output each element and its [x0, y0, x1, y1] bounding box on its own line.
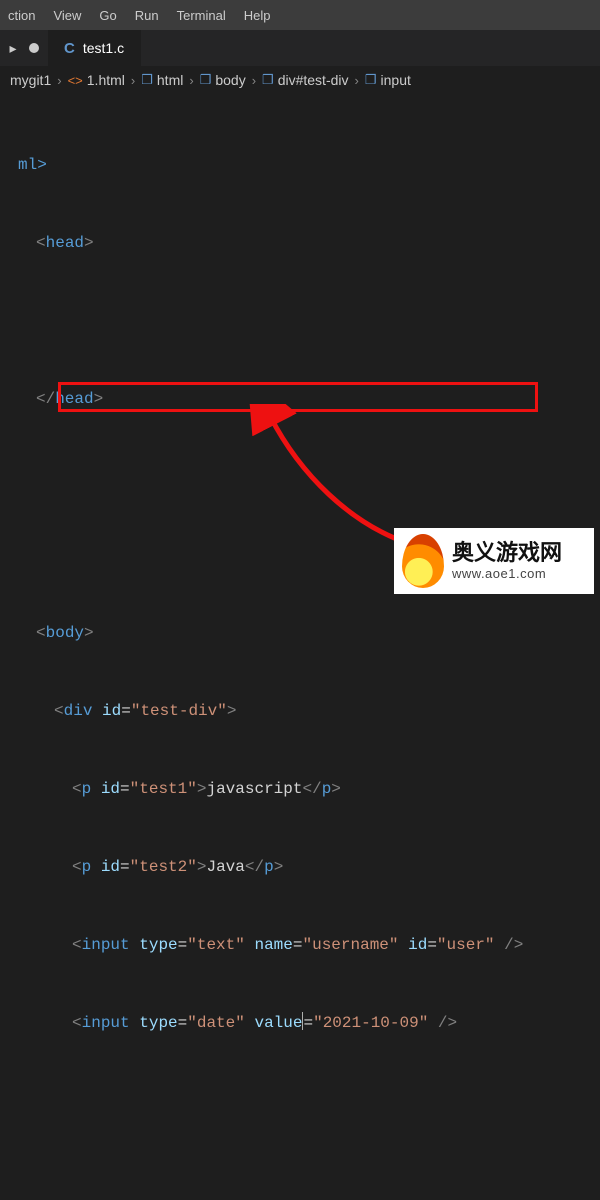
watermark-title: 奥义游戏网 [452, 540, 562, 566]
c-file-icon: C [64, 40, 75, 57]
chevron-left-icon: ▸ [9, 40, 16, 57]
crumb-file[interactable]: <> 1.html [68, 72, 125, 88]
code-line: <body> [0, 620, 600, 646]
crumb-div[interactable]: ❒ div#test-div [262, 72, 348, 88]
menu-item[interactable]: Go [99, 8, 116, 23]
tab-label: test1.c [83, 40, 124, 56]
code-line: <head> [0, 230, 600, 256]
menu-item[interactable]: Run [135, 8, 159, 23]
chevron-right-icon: › [355, 73, 359, 88]
code-line: <p id="test1">javascript</p> [0, 776, 600, 802]
menu-item[interactable]: Help [244, 8, 271, 23]
code-line: <p id="test2">Java</p> [0, 854, 600, 880]
code-line [0, 308, 600, 334]
menu-item[interactable]: ction [8, 8, 35, 23]
crumb-body[interactable]: ❒ body [200, 72, 246, 88]
code-line: ml> [0, 152, 600, 178]
chevron-right-icon: › [252, 73, 256, 88]
cube-icon: ❒ [365, 72, 377, 88]
crumb-folder[interactable]: mygit1 [10, 72, 51, 88]
code-line [0, 464, 600, 490]
flame-logo-icon [402, 534, 444, 588]
chevron-right-icon: › [189, 73, 193, 88]
tab-bar: ▸ C test1.c [0, 30, 600, 66]
code-line: </head> [0, 386, 600, 412]
code-line: <div id="test-div"> [0, 698, 600, 724]
cube-icon: ❒ [200, 72, 212, 88]
html-file-icon: <> [68, 73, 83, 88]
tab-test1-c[interactable]: C test1.c [48, 30, 141, 66]
breadcrumb[interactable]: mygit1 › <> 1.html › ❒ html › ❒ body › ❒… [0, 66, 600, 94]
line-input-date: <input type="date" value="2021-10-09" /> [0, 1010, 600, 1036]
chevron-right-icon: › [57, 73, 61, 88]
crumb-html[interactable]: ❒ html [141, 72, 183, 88]
tab-prev-indicator: ▸ [0, 40, 48, 57]
cube-icon: ❒ [262, 72, 274, 88]
code-editor[interactable]: ml> <head> </head> <body> <div id="test-… [0, 94, 600, 1200]
crumb-input[interactable]: ❒ input [365, 72, 411, 88]
watermark-url: www.aoe1.com [452, 566, 562, 582]
menubar: ction View Go Run Terminal Help [0, 0, 600, 30]
menu-item[interactable]: Terminal [177, 8, 226, 23]
menu-item[interactable]: View [53, 8, 81, 23]
modified-dot-icon [29, 43, 39, 53]
chevron-right-icon: › [131, 73, 135, 88]
cube-icon: ❒ [141, 72, 153, 88]
watermark: 奥义游戏网 www.aoe1.com [394, 528, 594, 594]
code-line: <input type="text" name="username" id="u… [0, 932, 600, 958]
